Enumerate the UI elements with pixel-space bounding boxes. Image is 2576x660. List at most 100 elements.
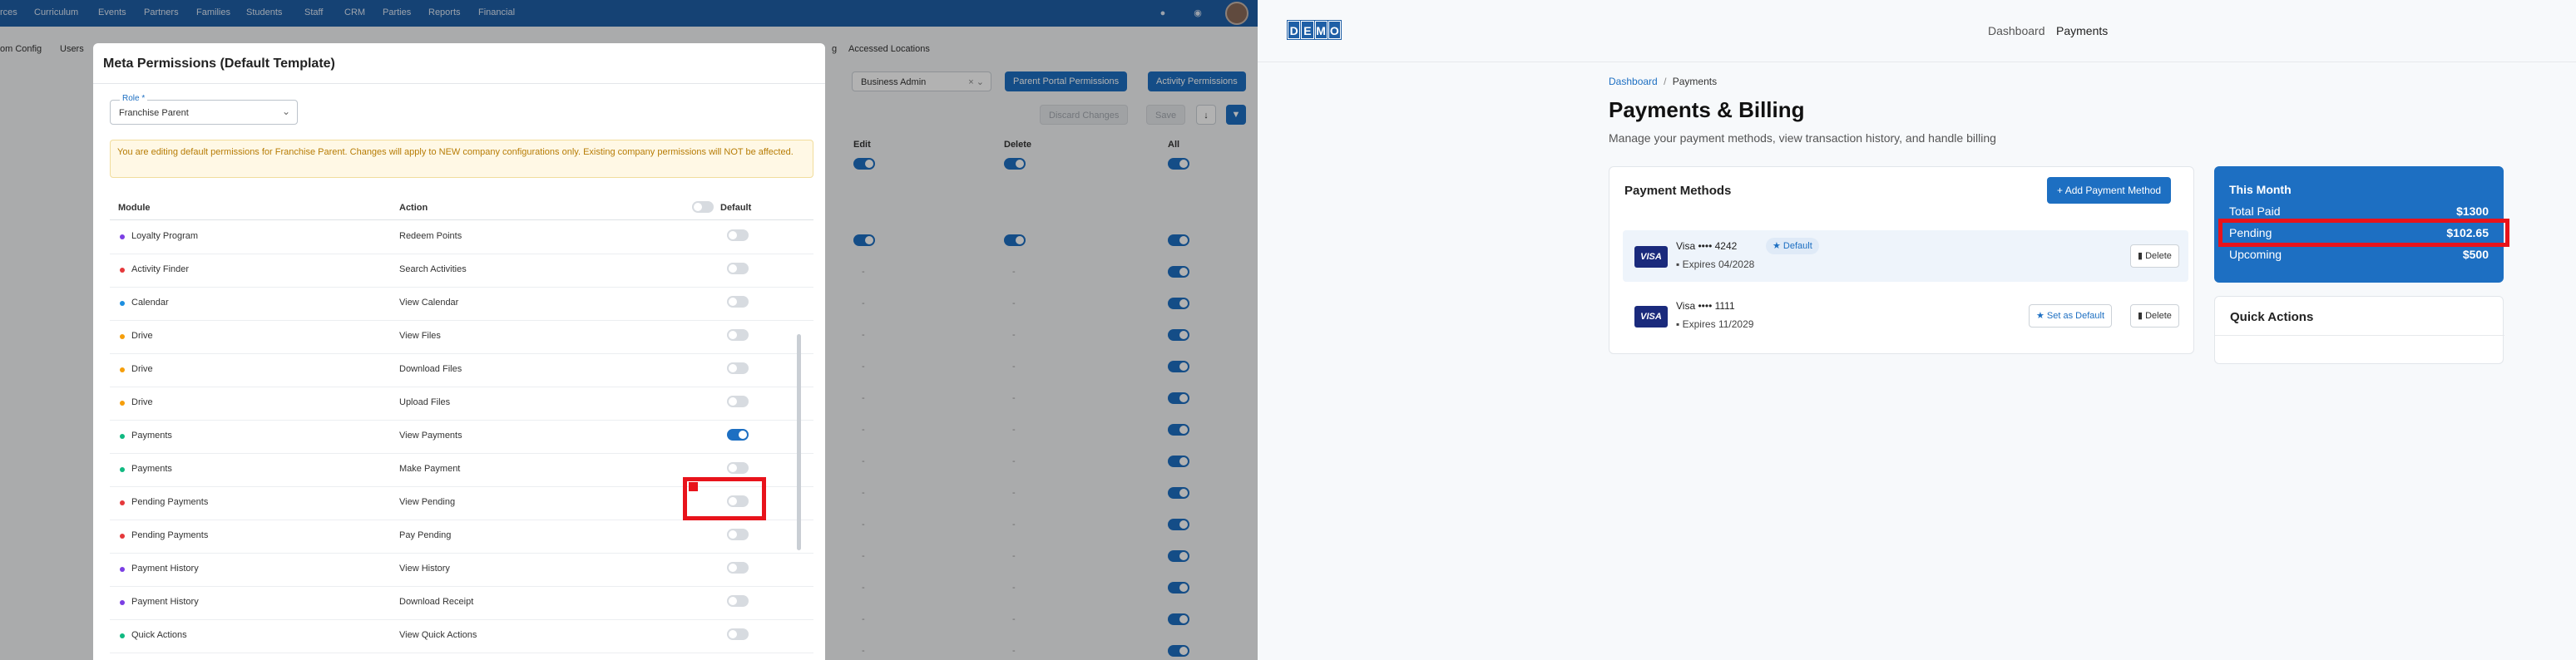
module-name: Pending Payments (131, 497, 209, 507)
default-toggle[interactable] (727, 595, 749, 607)
calendar-icon: ▪ (1676, 318, 1683, 330)
permission-row: Payment History Download Receipt (110, 587, 813, 620)
default-toggle[interactable] (727, 362, 749, 374)
module-name: Payments (131, 431, 172, 441)
permission-row: Drive Download Files (110, 354, 813, 387)
action-name: View Pending (399, 497, 456, 507)
payment-method-item: VISA Visa •••• 4242 ★ Default ▪ Expires … (1623, 230, 2188, 282)
module-dot-icon (120, 600, 125, 605)
delete-button[interactable]: ▮ Delete (2130, 304, 2179, 328)
module-dot-icon (120, 534, 125, 539)
breadcrumb: Dashboard / Payments (1609, 76, 1717, 87)
default-toggle[interactable] (727, 529, 749, 540)
default-toggle[interactable] (727, 429, 749, 441)
delete-label: Delete (2145, 251, 2172, 261)
set-default-label: Set as Default (2046, 311, 2105, 321)
logo-letter: M (1313, 20, 1328, 40)
default-toggle[interactable] (727, 396, 749, 407)
breadcrumb-separator: / (1664, 76, 1667, 87)
delete-button[interactable]: ▮ Delete (2130, 244, 2179, 268)
default-toggle[interactable] (727, 562, 749, 574)
action-name: Download Files (399, 364, 462, 374)
expiry-text: Expires 04/2028 (1682, 259, 1755, 270)
module-dot-icon (120, 434, 125, 439)
trash-icon: ▮ (2138, 311, 2146, 321)
default-toggle[interactable] (727, 628, 749, 640)
action-name: Search Activities (399, 264, 467, 274)
default-toggle[interactable] (727, 263, 749, 274)
module-name: Drive (131, 331, 153, 341)
module-dot-icon (120, 367, 125, 372)
module-dot-icon (120, 467, 125, 472)
action-name: Make Payment (399, 464, 461, 474)
total-paid-value: $1300 (2456, 204, 2489, 218)
permission-row: Activity Finder Search Activities (110, 254, 813, 288)
page-subtitle: Manage your payment methods, view transa… (1609, 131, 1996, 145)
module-dot-icon (120, 268, 125, 273)
module-dot-icon (120, 401, 125, 406)
warning-banner: You are editing default permissions for … (110, 140, 813, 178)
module-dot-icon (120, 301, 125, 306)
module-name: Payment History (131, 564, 199, 574)
permission-row: Loyalty Program Redeem Points (110, 221, 813, 254)
divider (93, 83, 825, 84)
plus-icon: + (2057, 185, 2065, 196)
module-dot-icon (120, 567, 125, 572)
payment-method-expiry: ▪ Expires 04/2028 (1676, 259, 1754, 270)
module-name: Loyalty Program (131, 231, 199, 241)
breadcrumb-dashboard[interactable]: Dashboard (1609, 76, 1658, 87)
module-name: Drive (131, 397, 153, 407)
default-badge-label: Default (1782, 241, 1812, 251)
action-name: Redeem Points (399, 231, 462, 241)
permission-row: Pending Payments Pay Pending (110, 520, 813, 554)
payment-method-item: VISA Visa •••• 1111 ▪ Expires 11/2029 ★ … (1623, 290, 2188, 342)
module-name: Payments (131, 464, 172, 474)
default-toggle[interactable] (727, 329, 749, 341)
logo-letter: E (1300, 20, 1315, 40)
quick-actions-card: Quick Actions (2214, 296, 2504, 364)
default-badge: ★ Default (1766, 238, 1819, 254)
default-all-toggle[interactable] (692, 201, 714, 213)
module-name: Pending Payments (131, 530, 209, 540)
nav-payments[interactable]: Payments (2056, 24, 2108, 37)
parent-portal: D E M O Dashboard Payments Dashboard / P… (1258, 0, 2576, 660)
highlight-marker (689, 482, 698, 491)
scrollbar[interactable] (797, 334, 801, 550)
logo-letter: D (1286, 20, 1302, 40)
module-dot-icon (120, 500, 125, 505)
permission-row: Drive View Files (110, 321, 813, 354)
action-name: Upload Files (399, 397, 451, 407)
this-month-title: This Month (2229, 183, 2292, 196)
nav-dashboard[interactable]: Dashboard (1988, 24, 2045, 37)
module-dot-icon (120, 633, 125, 638)
total-paid-label: Total Paid (2229, 204, 2281, 218)
payment-methods-card: Payment Methods + Add Payment Method VIS… (1609, 166, 2194, 354)
set-as-default-button[interactable]: ★ Set as Default (2029, 304, 2113, 328)
upcoming-label: Upcoming (2229, 248, 2282, 261)
delete-label: Delete (2145, 311, 2172, 321)
default-toggle[interactable] (727, 462, 749, 474)
default-toggle[interactable] (727, 296, 749, 308)
page-title: Payments & Billing (1609, 97, 1805, 122)
module-dot-icon (120, 234, 125, 239)
action-name: View Calendar (399, 298, 459, 308)
permission-row: Drive Upload Files (110, 387, 813, 421)
expiry-text: Expires 11/2029 (1682, 318, 1754, 330)
add-payment-method-button[interactable]: + Add Payment Method (2047, 177, 2172, 204)
default-toggle[interactable] (727, 229, 749, 241)
module-name: Activity Finder (131, 264, 190, 274)
payment-method-expiry: ▪ Expires 11/2029 (1676, 318, 1753, 330)
visa-card-icon: VISA (1634, 246, 1668, 268)
trash-icon: ▮ (2138, 251, 2146, 261)
logo-letter: O (1327, 20, 1342, 40)
action-name: Pay Pending (399, 530, 452, 540)
action-name: View History (399, 564, 450, 574)
permission-row: Quick Actions View Quick Actions (110, 620, 813, 653)
action-name: View Payments (399, 431, 462, 441)
role-field[interactable]: Franchise Parent ⌄ (110, 100, 298, 125)
demo-logo[interactable]: D E M O (1286, 20, 1342, 40)
module-name: Quick Actions (131, 630, 187, 640)
header-module: Module (118, 203, 151, 213)
meta-permissions-modal: Meta Permissions (Default Template) Fran… (93, 43, 825, 660)
divider (2215, 335, 2504, 336)
